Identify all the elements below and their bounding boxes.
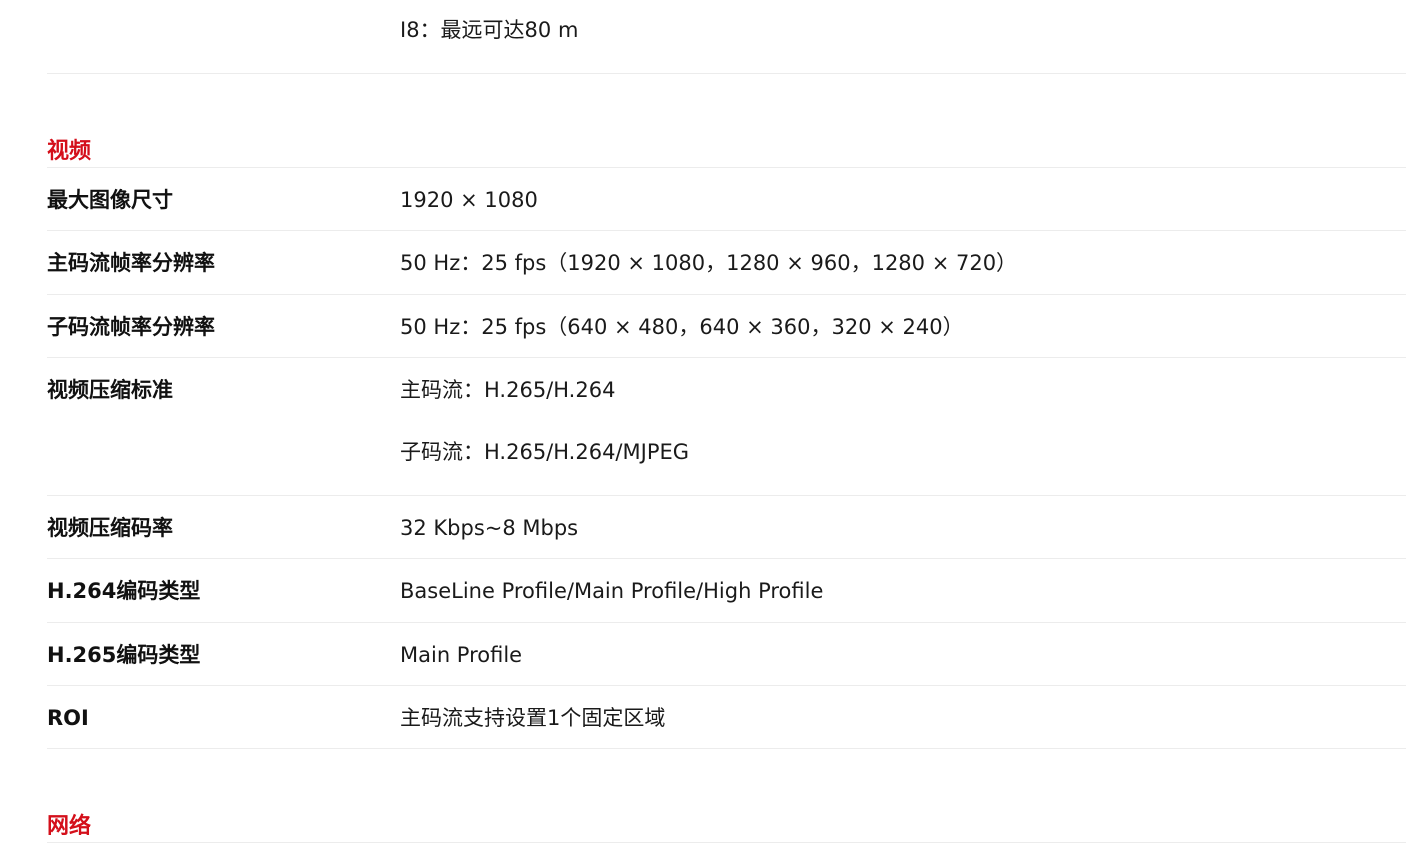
spec-value-ir-distance: I8：最远可达80 m — [400, 18, 579, 42]
spec-value-h264-profile: BaseLine Profile/Main Profile/High Profi… — [400, 579, 824, 603]
spec-label-sub-stream-fps: 子码流帧率分辨率 — [47, 315, 215, 339]
section-title-network: 网络 — [47, 814, 92, 839]
spec-label-video-compression: 视频压缩标准 — [47, 378, 173, 402]
spec-value-h265-profile: Main Profile — [400, 643, 523, 667]
spec-value-main-stream-fps: 50 Hz：25 fps（1920 × 1080，1280 × 960，1280… — [400, 251, 1018, 275]
row-divider — [47, 230, 1406, 231]
section-divider — [47, 167, 1406, 168]
row-divider — [47, 622, 1406, 623]
row-divider — [47, 558, 1406, 559]
spec-label-h265-profile: H.265编码类型 — [47, 643, 201, 667]
row-divider — [47, 357, 1406, 358]
spec-value-roi: 主码流支持设置1个固定区域 — [400, 706, 666, 730]
row-divider — [47, 73, 1406, 74]
spec-value-sub-stream-fps: 50 Hz：25 fps（640 × 480，640 × 360，320 × 2… — [400, 315, 964, 339]
spec-value-sub-stream-codec: 子码流：H.265/H.264/MJPEG — [400, 440, 690, 464]
row-divider — [47, 294, 1406, 295]
spec-label-h264-profile: H.264编码类型 — [47, 579, 201, 603]
row-divider — [47, 495, 1406, 496]
spec-label-max-image-size: 最大图像尺寸 — [47, 188, 173, 212]
spec-label-main-stream-fps: 主码流帧率分辨率 — [47, 251, 215, 275]
spec-value-main-stream-codec: 主码流：H.265/H.264 — [400, 378, 616, 402]
section-title-video: 视频 — [47, 139, 92, 164]
row-divider — [47, 685, 1406, 686]
spec-label-roi: ROI — [47, 706, 89, 730]
row-divider — [47, 748, 1406, 749]
spec-value-max-image-size: 1920 × 1080 — [400, 188, 538, 212]
spec-label-video-bitrate: 视频压缩码率 — [47, 516, 173, 540]
spec-value-video-bitrate: 32 Kbps~8 Mbps — [400, 516, 579, 540]
section-divider — [47, 842, 1406, 843]
